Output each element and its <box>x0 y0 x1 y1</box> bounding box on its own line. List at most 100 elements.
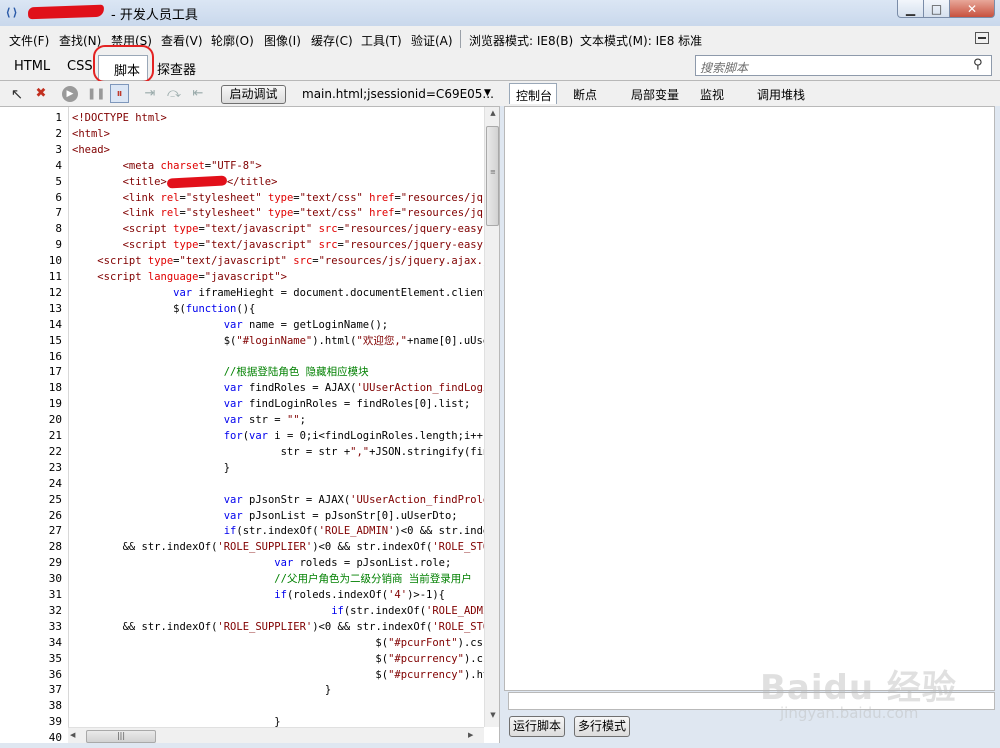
code-line: var roleds = pJsonList.role; <box>274 557 452 570</box>
line-number[interactable]: 15 <box>0 333 62 349</box>
line-number[interactable]: 21 <box>0 428 62 444</box>
line-number[interactable]: 10 <box>0 253 62 269</box>
line-number[interactable]: 9 <box>0 237 62 253</box>
menu-document-mode[interactable]: 文本模式(M): IE8 标准 <box>580 32 702 49</box>
code-line: <script type="text/javascript" src="reso… <box>97 255 484 268</box>
code-line: } <box>72 684 332 697</box>
tab-locals[interactable]: 局部变量 <box>631 86 679 103</box>
line-number[interactable]: 13 <box>0 301 62 317</box>
line-number[interactable]: 39 <box>0 714 62 730</box>
menu-tools[interactable]: 工具(T) <box>361 32 402 49</box>
scroll-down-icon[interactable]: ▼ <box>485 711 499 723</box>
line-number[interactable]: 27 <box>0 523 62 539</box>
line-number[interactable]: 6 <box>0 190 62 206</box>
tab-console[interactable]: 控制台 <box>509 83 557 104</box>
multiline-mode-button[interactable]: 多行模式 <box>574 716 630 737</box>
chevron-down-icon[interactable]: ▼ <box>484 88 491 98</box>
select-pointer-icon[interactable]: ↖ <box>9 86 25 102</box>
line-number[interactable]: 28 <box>0 539 62 555</box>
dock-icon[interactable] <box>975 32 989 44</box>
line-number[interactable]: 25 <box>0 492 62 508</box>
line-number[interactable]: 20 <box>0 412 62 428</box>
tab-html[interactable]: HTML <box>14 59 50 74</box>
line-number[interactable]: 31 <box>0 587 62 603</box>
line-number[interactable]: 35 <box>0 651 62 667</box>
start-debugging-button[interactable]: 启动调试 <box>221 85 286 104</box>
minimize-button[interactable]: ▁ <box>897 0 924 18</box>
line-number[interactable]: 17 <box>0 364 62 380</box>
line-number[interactable]: 8 <box>0 221 62 237</box>
tab-call-stack[interactable]: 调用堆栈 <box>757 86 805 103</box>
baidu-watermark: Baidu 经验 jingyan.baidu.com <box>760 660 960 740</box>
code-line: var findRoles = AJAX('UUserAction_findLo… <box>223 382 484 395</box>
tab-watch[interactable]: 监视 <box>700 86 724 103</box>
watermark-logo: Baidu 经验 <box>760 668 957 708</box>
line-number[interactable]: 30 <box>0 571 62 587</box>
hscroll-thumb[interactable]: ||| <box>86 730 156 743</box>
line-number[interactable]: 24 <box>0 476 62 492</box>
line-number[interactable]: 26 <box>0 508 62 524</box>
console-output[interactable] <box>504 106 995 691</box>
menu-file[interactable]: 文件(F) <box>9 32 49 49</box>
horizontal-scrollbar[interactable]: ◀ ||| ▶ <box>68 727 484 743</box>
code-line: //根据登陆角色 隐藏相应模块 <box>223 366 369 379</box>
line-number[interactable]: 33 <box>0 619 62 635</box>
tab-profiler[interactable]: 探查器 <box>157 59 196 78</box>
redacted-title-mark <box>166 175 228 189</box>
search-icon[interactable]: ⚲ <box>973 58 987 72</box>
line-number-gutter[interactable]: 1 2 3 4 5 6 7 8 9 10 11 12 13 14 15 16 17 18 19 20 21 22 23 24 2… <box>0 107 68 743</box>
code-line: if(str.indexOf('ROLE_ADMIN')<0 && str.in… <box>223 525 484 538</box>
line-number[interactable]: 34 <box>0 635 62 651</box>
menu-view[interactable]: 查看(V) <box>161 32 203 49</box>
line-number[interactable]: 23 <box>0 460 62 476</box>
line-number[interactable]: 7 <box>0 205 62 221</box>
line-number[interactable]: 3 <box>0 142 62 158</box>
line-number[interactable]: 37 <box>0 682 62 698</box>
window-title: - 开发人员工具 <box>111 8 198 23</box>
maximize-button[interactable]: □ <box>923 0 950 18</box>
line-number[interactable]: 2 <box>0 126 62 142</box>
continue-icon[interactable]: ▶ <box>62 86 78 102</box>
menu-images[interactable]: 图像(I) <box>264 32 301 49</box>
line-number[interactable]: 5 <box>0 174 62 190</box>
vertical-scrollbar[interactable]: ▲ ≡ ▼ <box>484 107 499 727</box>
line-number[interactable]: 12 <box>0 285 62 301</box>
line-number[interactable]: 11 <box>0 269 62 285</box>
line-number[interactable]: 29 <box>0 555 62 571</box>
code-line: var str = ""; <box>223 414 306 427</box>
menu-validate[interactable]: 验证(A) <box>411 32 453 49</box>
line-number[interactable]: 38 <box>0 698 62 714</box>
line-number[interactable]: 16 <box>0 349 62 365</box>
line-number[interactable]: 14 <box>0 317 62 333</box>
menu-browser-mode[interactable]: 浏览器模式: IE8(B) <box>469 32 573 49</box>
step-into-icon[interactable]: ⇥ <box>142 86 158 102</box>
menu-outline[interactable]: 轮廓(O) <box>211 32 254 49</box>
clear-breakpoints-icon[interactable]: ✖ <box>33 86 49 102</box>
scroll-thumb[interactable]: ≡ <box>486 126 499 226</box>
break-on-error-icon[interactable]: ⏸ <box>110 84 129 103</box>
tab-breakpoints[interactable]: 断点 <box>573 86 597 103</box>
step-out-icon[interactable]: ⇤ <box>190 86 206 102</box>
line-number[interactable]: 19 <box>0 396 62 412</box>
line-number[interactable]: 18 <box>0 380 62 396</box>
script-file-select[interactable]: main.html;jsessionid=C69E05... <box>302 87 494 101</box>
run-script-button[interactable]: 运行脚本 <box>509 716 565 737</box>
line-number[interactable]: 22 <box>0 444 62 460</box>
line-number[interactable]: 40 <box>0 730 62 743</box>
line-number[interactable]: 36 <box>0 667 62 683</box>
step-over-icon[interactable]: ⤼ <box>166 86 182 102</box>
scroll-right-icon[interactable]: ▶ <box>468 731 473 739</box>
scroll-left-icon[interactable]: ◀ <box>70 731 75 739</box>
search-input[interactable]: 搜索脚本 ⚲ <box>695 55 992 76</box>
scroll-up-icon[interactable]: ▲ <box>485 109 499 121</box>
menu-find[interactable]: 查找(N) <box>59 32 101 49</box>
line-number[interactable]: 1 <box>0 110 62 126</box>
menu-cache[interactable]: 缓存(C) <box>311 32 353 49</box>
close-button[interactable]: ✕ <box>949 0 995 18</box>
tab-css[interactable]: CSS <box>67 59 93 74</box>
script-source-pane[interactable]: 1 2 3 4 5 6 7 8 9 10 11 12 13 14 15 16 17 18 19 20 21 22 23 24 2… <box>0 106 500 743</box>
line-number[interactable]: 4 <box>0 158 62 174</box>
line-number[interactable]: 32 <box>0 603 62 619</box>
pause-icon[interactable]: ❚❚ <box>87 86 105 102</box>
code-line: if(str.indexOf('ROLE_ADMIN') <box>331 604 484 617</box>
